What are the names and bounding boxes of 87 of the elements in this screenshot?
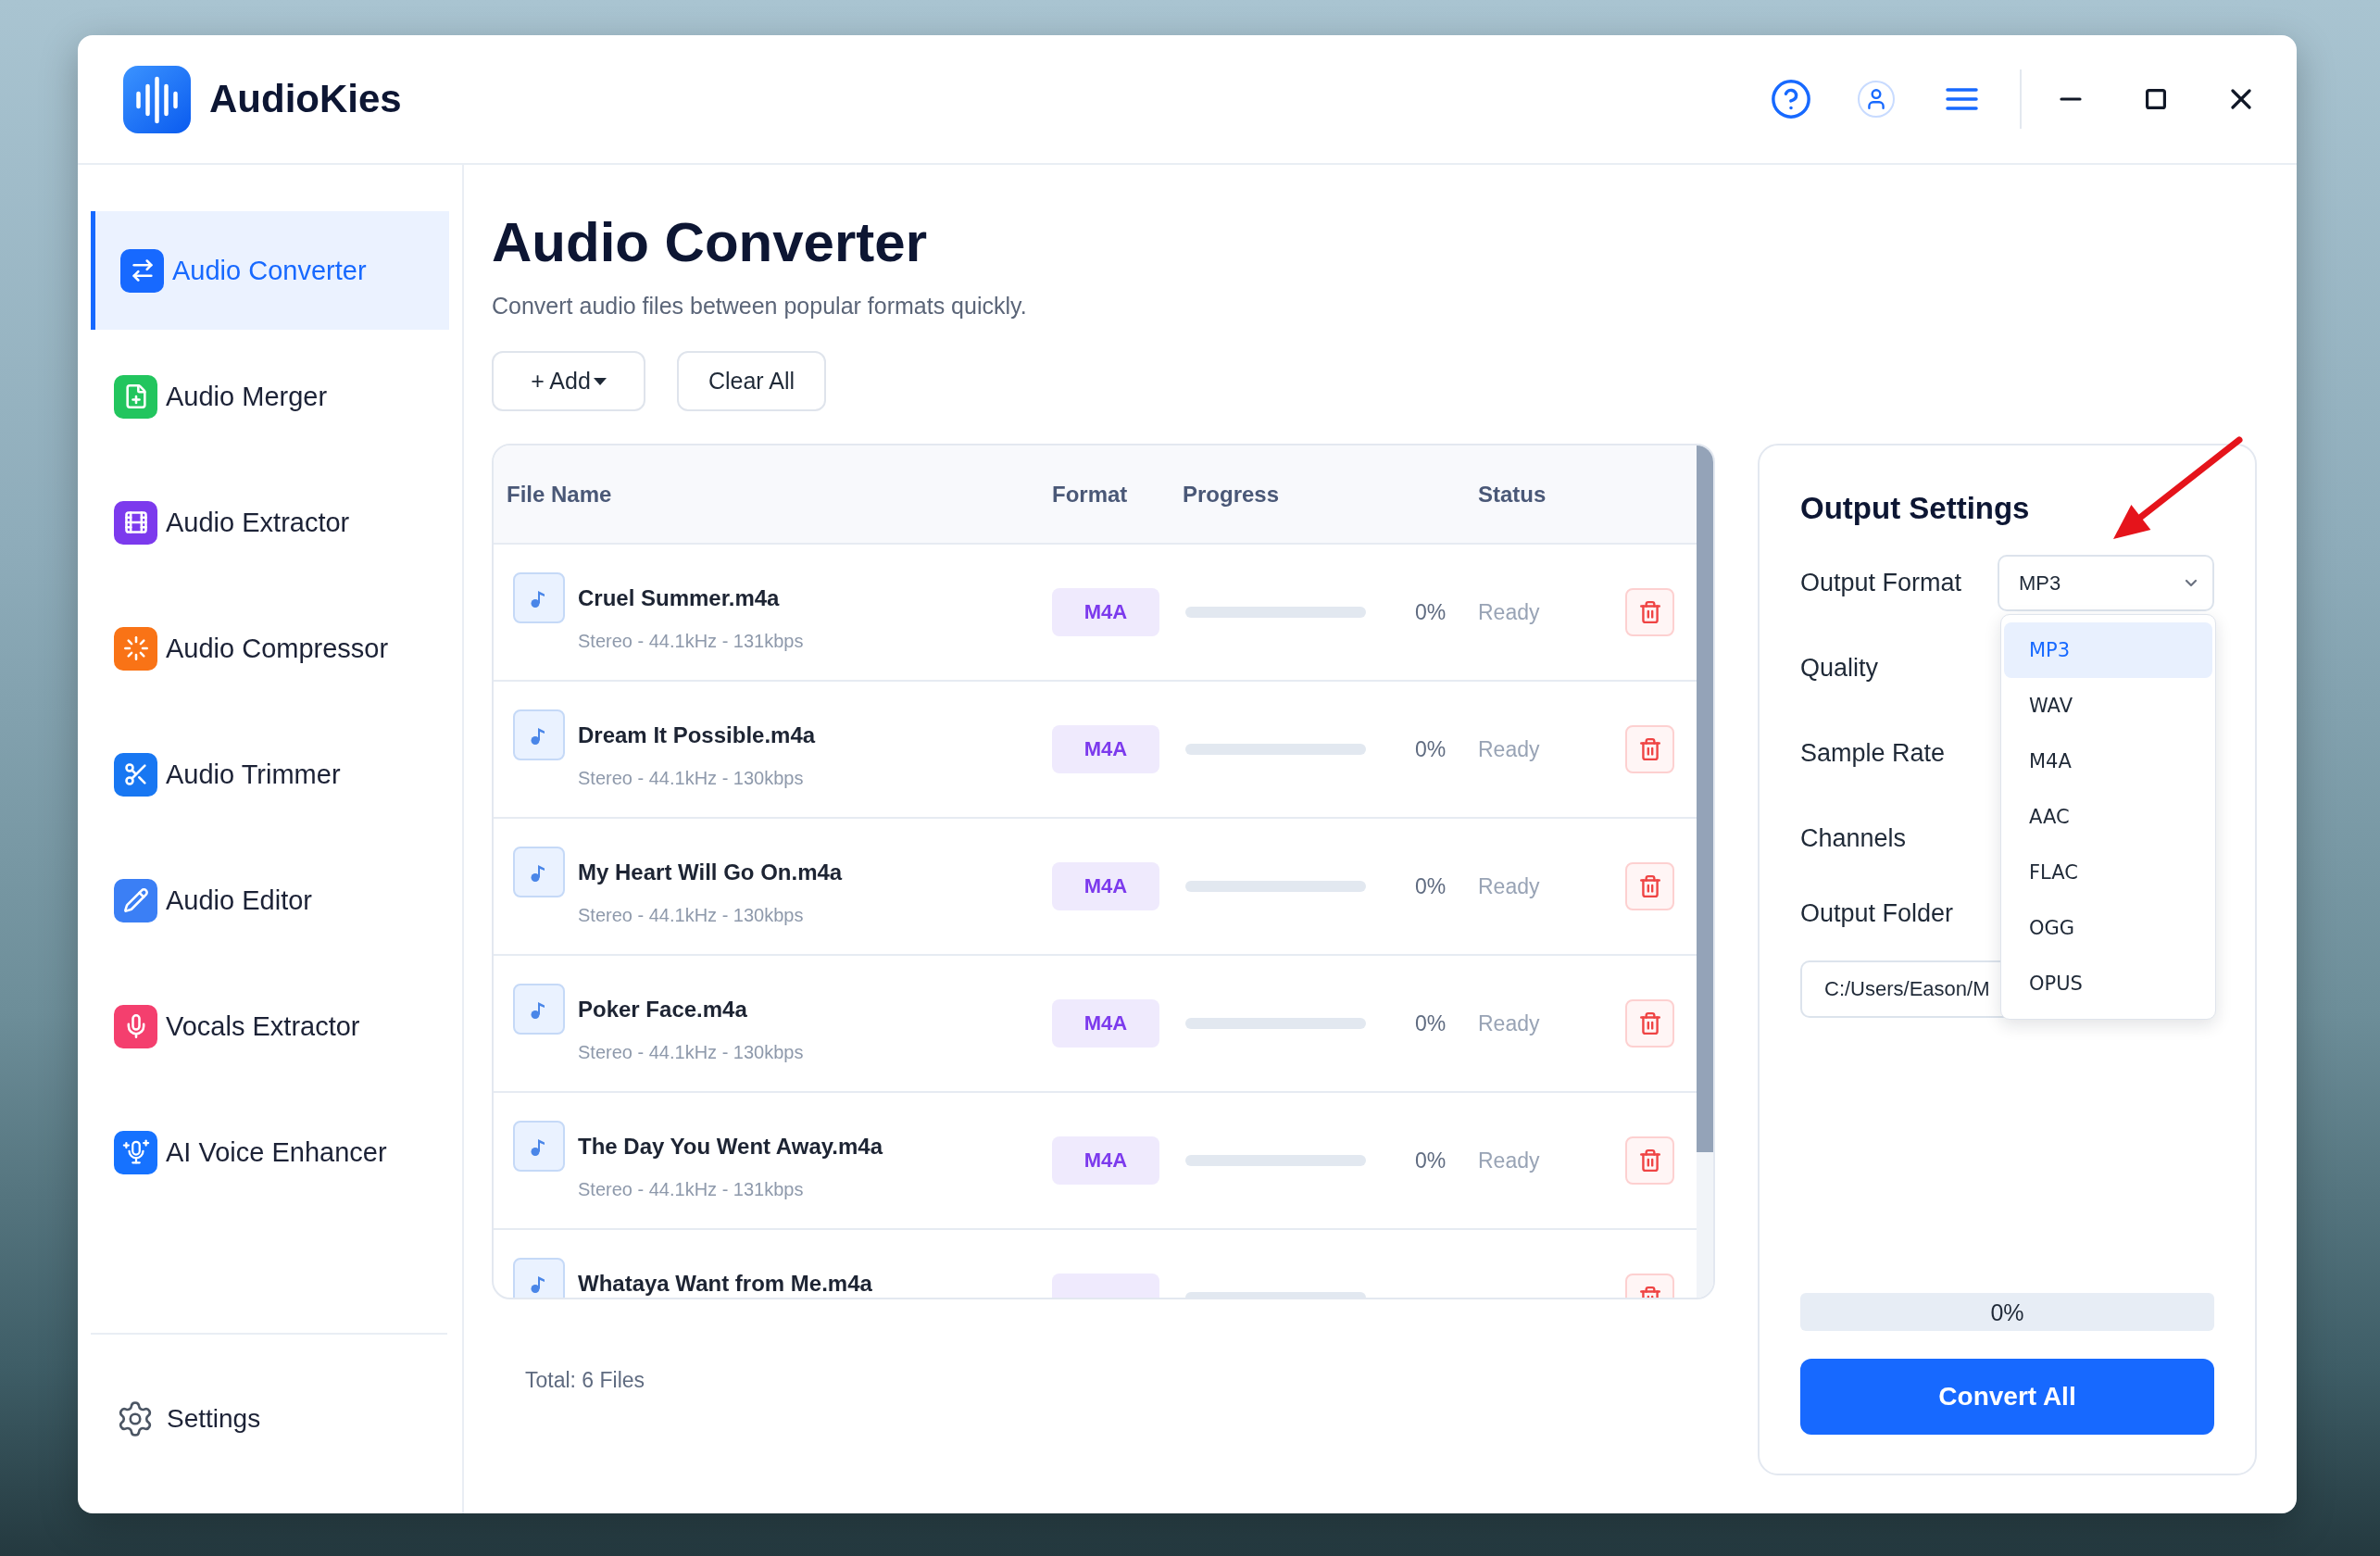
format-badge: M4A [1052, 1136, 1159, 1185]
file-name: The Day You Went Away.m4a [578, 1133, 883, 1161]
dropdown-option[interactable]: FLAC [2004, 845, 2212, 900]
sidebar-item[interactable]: Audio Extractor [91, 463, 449, 582]
file-details: Stereo - 44.1kHz - 131kbps [578, 1178, 804, 1200]
status-text: Ready [1478, 736, 1540, 762]
file-name: Poker Face.m4a [578, 996, 747, 1023]
sidebar-item[interactable]: Audio Merger [91, 337, 449, 456]
sidebar-item[interactable]: Audio Compressor [91, 589, 449, 708]
help-icon[interactable] [1770, 78, 1812, 120]
music-note-icon [513, 1121, 565, 1172]
column-header: Status [1478, 481, 1547, 508]
minimize-icon[interactable] [2060, 97, 2082, 101]
delete-button[interactable] [1625, 999, 1674, 1048]
user-icon[interactable] [1858, 81, 1895, 118]
dropdown-option[interactable]: MP3 [2004, 622, 2212, 678]
close-icon[interactable] [2231, 89, 2251, 109]
format-select[interactable]: MP3 [1998, 555, 2214, 611]
progress-percent: 0% [1415, 873, 1447, 899]
column-header: Format [1052, 481, 1128, 508]
status-text: Ready [1478, 599, 1540, 625]
progress-percent: 0% [1415, 1148, 1447, 1173]
delete-button[interactable] [1625, 1136, 1674, 1185]
file-details: Stereo - 44.1kHz - 130kbps [578, 904, 804, 926]
file-name: My Heart Will Go On.m4a [578, 859, 843, 886]
clear-all-button[interactable]: Clear All [677, 351, 826, 411]
sidebar-item[interactable]: Audio Trimmer [91, 715, 449, 834]
caret-icon [593, 377, 607, 385]
progress-percent: 0% [1415, 736, 1447, 762]
sidebar-item[interactable]: Audio Converter [91, 211, 449, 330]
trash-icon [1637, 1148, 1662, 1173]
dropdown-option[interactable]: WAV [2004, 678, 2212, 734]
dropdown-option[interactable]: M4A [2004, 734, 2212, 789]
page-subtitle: Convert audio files between popular formats quickly. [492, 292, 1027, 320]
file-name: Dream It Possible.m4a [578, 722, 816, 749]
progress-percent: 0% [1415, 599, 1447, 625]
field-label: Sample Rate [1800, 739, 1946, 768]
status-text: Ready [1478, 873, 1540, 899]
sidebar-item[interactable]: Vocals Extractor [91, 967, 449, 1085]
column-header: File Name [507, 481, 612, 508]
panel-title: Output Settings [1800, 490, 2030, 527]
page-title: Audio Converter [492, 212, 928, 273]
column-header: Progress [1183, 481, 1280, 508]
file-details: Stereo - 44.1kHz - 130kbps [578, 1041, 804, 1063]
status-text: Ready [1478, 1010, 1540, 1036]
format-badge: M4A [1052, 999, 1159, 1048]
field-label: Output Format [1800, 569, 1962, 597]
field-label: Output Folder [1800, 898, 1954, 929]
file-details: Stereo - 44.1kHz - 130kbps [578, 767, 804, 789]
delete-button[interactable] [1625, 862, 1674, 910]
chevron-down-icon [2185, 579, 2198, 587]
dropdown-option[interactable]: AAC [2004, 789, 2212, 845]
menu-icon[interactable] [1945, 88, 1978, 110]
trash-icon [1637, 1011, 1662, 1035]
file-name: Cruel Summer.m4a [578, 584, 780, 612]
format-badge: M4A [1052, 862, 1159, 910]
maximize-icon[interactable] [2146, 89, 2166, 109]
music-note-icon [513, 709, 565, 760]
trash-icon [1637, 600, 1662, 624]
field-label: Channels [1800, 824, 1907, 853]
progress-percent: 0% [1415, 1010, 1447, 1036]
app-name: AudioKies [209, 77, 402, 121]
file-total: Total: 6 Files [524, 1367, 645, 1394]
add-button[interactable]: + Add [492, 351, 645, 411]
dropdown-option[interactable]: OGG [2004, 900, 2212, 956]
trash-icon [1637, 737, 1662, 761]
music-note-icon [513, 572, 565, 623]
trash-icon [1637, 874, 1662, 898]
music-note-icon [513, 1258, 565, 1298]
sidebar-item[interactable]: AI Voice Enhancer [91, 1093, 449, 1211]
overall-progress-percent: 0% [1990, 1298, 2024, 1326]
status-text: Ready [1478, 1148, 1540, 1173]
delete-button[interactable] [1625, 725, 1674, 773]
file-name: Whataya Want from Me.m4a [578, 1270, 872, 1298]
scrollbar-track[interactable] [1697, 445, 1713, 1298]
waveform-icon [123, 65, 191, 133]
music-note-icon [513, 984, 565, 1035]
convert-all-button[interactable]: Convert All [1800, 1359, 2214, 1435]
scrollbar-thumb[interactable] [1697, 445, 1713, 1152]
delete-button[interactable] [1625, 588, 1674, 636]
settings-item[interactable]: Settings [78, 1389, 462, 1449]
music-note-icon [513, 847, 565, 897]
field-label: Quality [1800, 654, 1879, 683]
format-badge: M4A [1052, 588, 1159, 636]
sidebar-item[interactable]: Audio Editor [91, 841, 449, 960]
format-badge: M4A [1052, 725, 1159, 773]
file-details: Stereo - 44.1kHz - 131kbps [578, 630, 804, 652]
